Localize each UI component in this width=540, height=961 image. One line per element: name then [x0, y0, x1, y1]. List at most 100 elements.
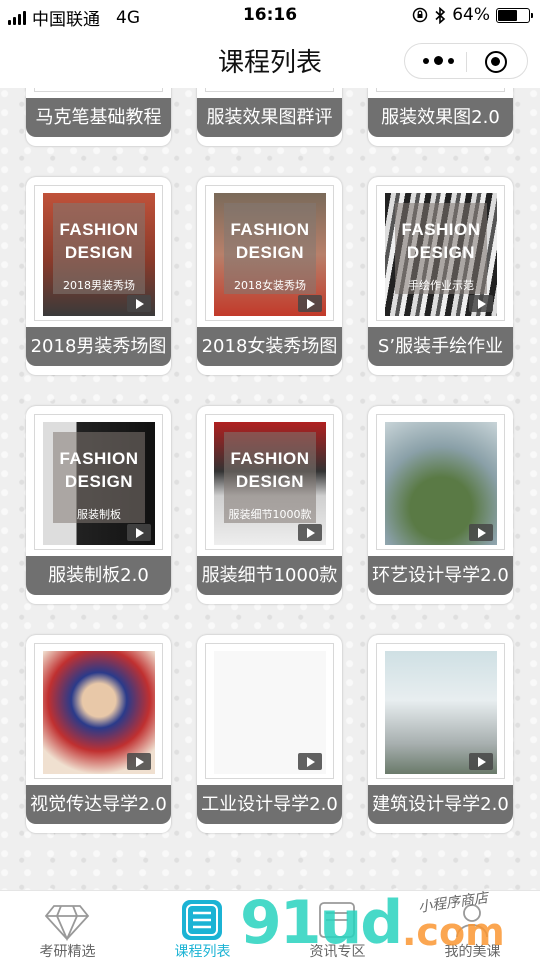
- rotation-lock-icon: [412, 7, 428, 23]
- fashion-design-text: FASHION DESIGN: [214, 218, 326, 264]
- fashion-design-text: FASHION DESIGN: [385, 218, 497, 264]
- thumbnail-subtitle: 2018女装秀场: [234, 279, 306, 292]
- fashion-design-text: FASHION DESIGN: [43, 218, 155, 264]
- course-thumbnail: [385, 651, 497, 774]
- course-thumbnail-frame: FASHION DESIGN 2018男装秀场: [34, 185, 163, 321]
- tab-label: 资讯专区: [309, 944, 366, 960]
- fd-line-1: FASHION: [59, 449, 139, 468]
- course-thumbnail-frame: [205, 643, 334, 779]
- course-card[interactable]: 马克笔基础教程: [26, 88, 171, 146]
- mini-program-capsule: [404, 43, 528, 79]
- course-title: 服装细节1000款: [197, 556, 342, 595]
- course-title: 环艺设计导学2.0: [368, 556, 513, 595]
- course-thumbnail-frame: [34, 88, 163, 92]
- play-icon: [127, 295, 151, 312]
- tab-label: 我的美课: [444, 944, 501, 960]
- diamond-icon: [44, 905, 90, 942]
- course-title: 服装效果图2.0: [368, 98, 513, 137]
- fd-line-1: FASHION: [230, 449, 310, 468]
- list-icon: [182, 900, 222, 940]
- capsule-target-icon[interactable]: [485, 51, 507, 73]
- fd-line-2: DESIGN: [235, 472, 305, 491]
- tab-bar: 考研精选 课程列表 资讯专区 我的美课: [0, 890, 540, 960]
- course-thumbnail-frame: FASHION DESIGN 服装制板: [34, 414, 163, 550]
- status-right: 64%: [412, 5, 533, 25]
- course-card[interactable]: FASHION DESIGN 服装细节1000款 服装细节1000款: [197, 406, 342, 604]
- course-thumbnail: FASHION DESIGN 手绘作业示范: [385, 193, 497, 316]
- fd-line-1: FASHION: [230, 220, 310, 239]
- fd-line-2: DESIGN: [64, 243, 134, 262]
- battery-icon: [496, 7, 533, 23]
- play-icon: [469, 524, 493, 541]
- course-thumbnail-frame: [376, 414, 505, 550]
- fd-line-1: FASHION: [59, 220, 139, 239]
- play-icon: [469, 753, 493, 770]
- capsule-divider: [466, 52, 467, 72]
- course-thumbnail: [214, 651, 326, 774]
- course-card[interactable]: FASHION DESIGN 服装制板服装制板2.0: [26, 406, 171, 604]
- bluetooth-icon: [435, 6, 446, 24]
- thumbnail-subtitle: 2018男装秀场: [63, 279, 135, 292]
- course-thumbnail-frame: FASHION DESIGN 2018女装秀场: [205, 185, 334, 321]
- fashion-design-text: FASHION DESIGN: [43, 447, 155, 493]
- course-thumbnail-frame: 服装作业点评: [205, 88, 334, 92]
- course-card[interactable]: 服装作业点评服装效果图群评: [197, 88, 342, 146]
- play-icon: [298, 524, 322, 541]
- play-icon: [469, 295, 493, 312]
- battery-percent: 64%: [452, 5, 490, 25]
- thumbnail-subtitle: 服装制板: [77, 508, 121, 521]
- more-dots-icon[interactable]: [423, 56, 454, 65]
- course-title: 2018女装秀场图: [197, 327, 342, 366]
- fashion-design-text: FASHION DESIGN: [214, 447, 326, 493]
- tab-label: 考研精选: [39, 944, 96, 960]
- course-thumbnail: FASHION DESIGN 2018男装秀场: [43, 193, 155, 316]
- course-title: 建筑设计导学2.0: [368, 785, 513, 824]
- course-card[interactable]: FASHION DESIGN 2018男装秀场 2018男装秀场图: [26, 177, 171, 375]
- play-icon: [298, 753, 322, 770]
- course-card[interactable]: 建筑设计导学2.0: [368, 635, 513, 833]
- course-thumbnail-frame: FASHION DESIGN 服装细节1000款: [205, 414, 334, 550]
- course-list[interactable]: 马克笔基础教程服装作业点评服装效果图群评手绘效果图服装效果图2.0FASHION…: [0, 88, 540, 890]
- course-title: 服装制板2.0: [26, 556, 171, 595]
- course-card[interactable]: 手绘效果图服装效果图2.0: [368, 88, 513, 146]
- thumbnail-subtitle: 服装细节1000款: [228, 508, 312, 521]
- tab-my-courses[interactable]: 我的美课: [405, 891, 540, 961]
- fd-line-2: DESIGN: [235, 243, 305, 262]
- course-title: 服装效果图群评: [197, 98, 342, 137]
- course-thumbnail: FASHION DESIGN 服装制板: [43, 422, 155, 545]
- course-thumbnail-frame: [34, 643, 163, 779]
- course-card[interactable]: FASHION DESIGN 2018女装秀场 2018女装秀场图: [197, 177, 342, 375]
- status-bar: 中国联通 4G 16:16 64%: [0, 0, 540, 30]
- course-title: 马克笔基础教程: [26, 98, 171, 137]
- tab-news[interactable]: 资讯专区: [270, 891, 405, 961]
- course-thumbnail: [43, 651, 155, 774]
- play-icon: [298, 295, 322, 312]
- course-card[interactable]: FASHION DESIGN 手绘作业示范 S’服装手绘作业: [368, 177, 513, 375]
- user-icon: [456, 904, 488, 938]
- play-icon: [127, 524, 151, 541]
- fd-line-1: FASHION: [401, 220, 481, 239]
- course-title: 2018男装秀场图: [26, 327, 171, 366]
- course-card[interactable]: 环艺设计导学2.0: [368, 406, 513, 604]
- course-title: 视觉传达导学2.0: [26, 785, 171, 824]
- news-icon: [319, 902, 355, 938]
- course-title: 工业设计导学2.0: [197, 785, 342, 824]
- course-thumbnail-frame: [376, 643, 505, 779]
- tab-kaoyan[interactable]: 考研精选: [0, 891, 135, 961]
- nav-bar: 课程列表: [0, 30, 540, 88]
- battery-level: [498, 9, 517, 21]
- fd-line-2: DESIGN: [64, 472, 134, 491]
- tab-course-list[interactable]: 课程列表: [135, 891, 270, 961]
- fd-line-2: DESIGN: [406, 243, 476, 262]
- course-title: S’服装手绘作业: [368, 327, 513, 366]
- tab-label: 课程列表: [174, 944, 231, 960]
- course-thumbnail: FASHION DESIGN 服装细节1000款: [214, 422, 326, 545]
- course-thumbnail-frame: 手绘效果图: [376, 88, 505, 92]
- course-thumbnail: [385, 422, 497, 545]
- thumbnail-subtitle: 手绘作业示范: [408, 279, 474, 292]
- course-thumbnail-frame: FASHION DESIGN 手绘作业示范: [376, 185, 505, 321]
- course-card[interactable]: 视觉传达导学2.0: [26, 635, 171, 833]
- play-icon: [127, 753, 151, 770]
- course-thumbnail: FASHION DESIGN 2018女装秀场: [214, 193, 326, 316]
- course-card[interactable]: 工业设计导学2.0: [197, 635, 342, 833]
